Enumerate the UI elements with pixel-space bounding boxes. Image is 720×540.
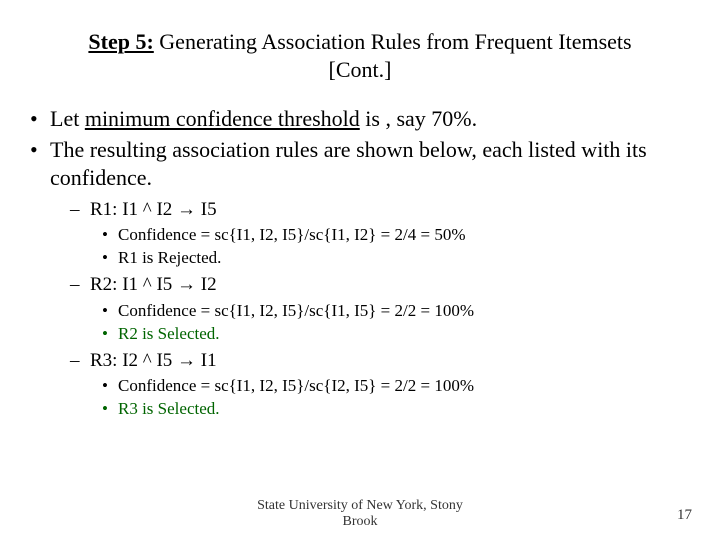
- r3-details: Confidence = sc{I1, I2, I5}/sc{I2, I5} =…: [90, 375, 698, 421]
- rules-list: R1: I1 ^ I2 → I5 Confidence = sc{I1, I2,…: [50, 197, 698, 422]
- r2-confidence: Confidence = sc{I1, I2, I5}/sc{I1, I5} =…: [118, 300, 698, 323]
- slide-title: Step 5: Generating Association Rules fro…: [82, 28, 638, 83]
- r1-head: R1: I1 ^ I2 → I5: [90, 199, 217, 220]
- footer-line1: State University of New York, Stony: [257, 498, 463, 513]
- rule-r1: R1: I1 ^ I2 → I5 Confidence = sc{I1, I2,…: [90, 197, 698, 271]
- rule-r2: R2: I1 ^ I5 → I2 Confidence = sc{I1, I2,…: [90, 272, 698, 346]
- step-label: Step 5:: [88, 29, 153, 54]
- rule-r3: R3: I2 ^ I5 → I1 Confidence = sc{I1, I2,…: [90, 348, 698, 422]
- r3-head: R3: I2 ^ I5 → I1: [90, 350, 217, 371]
- r3-verdict: R3 is Selected.: [118, 398, 698, 421]
- r1-details: Confidence = sc{I1, I2, I5}/sc{I1, I2} =…: [90, 224, 698, 270]
- r2-verdict: R2 is Selected.: [118, 323, 698, 346]
- r3-confidence: Confidence = sc{I1, I2, I5}/sc{I2, I5} =…: [118, 375, 698, 398]
- b1-pre: Let: [50, 106, 85, 131]
- b2-text: The resulting association rules are show…: [50, 137, 647, 191]
- r1-verdict: R1 is Rejected.: [118, 247, 698, 270]
- bullet-2: The resulting association rules are show…: [50, 136, 698, 422]
- r1-confidence: Confidence = sc{I1, I2, I5}/sc{I1, I2} =…: [118, 224, 698, 247]
- main-list: Let minimum confidence threshold is , sa…: [22, 105, 698, 421]
- r2-head: R2: I1 ^ I5 → I2: [90, 274, 217, 295]
- footer-attribution: State University of New York, Stony Broo…: [0, 498, 720, 530]
- b1-underline: minimum confidence threshold: [85, 106, 360, 131]
- bullet-1: Let minimum confidence threshold is , sa…: [50, 105, 698, 134]
- title-rest: Generating Association Rules from Freque…: [154, 29, 632, 82]
- page-number: 17: [677, 507, 692, 524]
- b1-post: is , say 70%.: [360, 106, 477, 131]
- footer-line2: Brook: [343, 514, 378, 529]
- r2-details: Confidence = sc{I1, I2, I5}/sc{I1, I5} =…: [90, 300, 698, 346]
